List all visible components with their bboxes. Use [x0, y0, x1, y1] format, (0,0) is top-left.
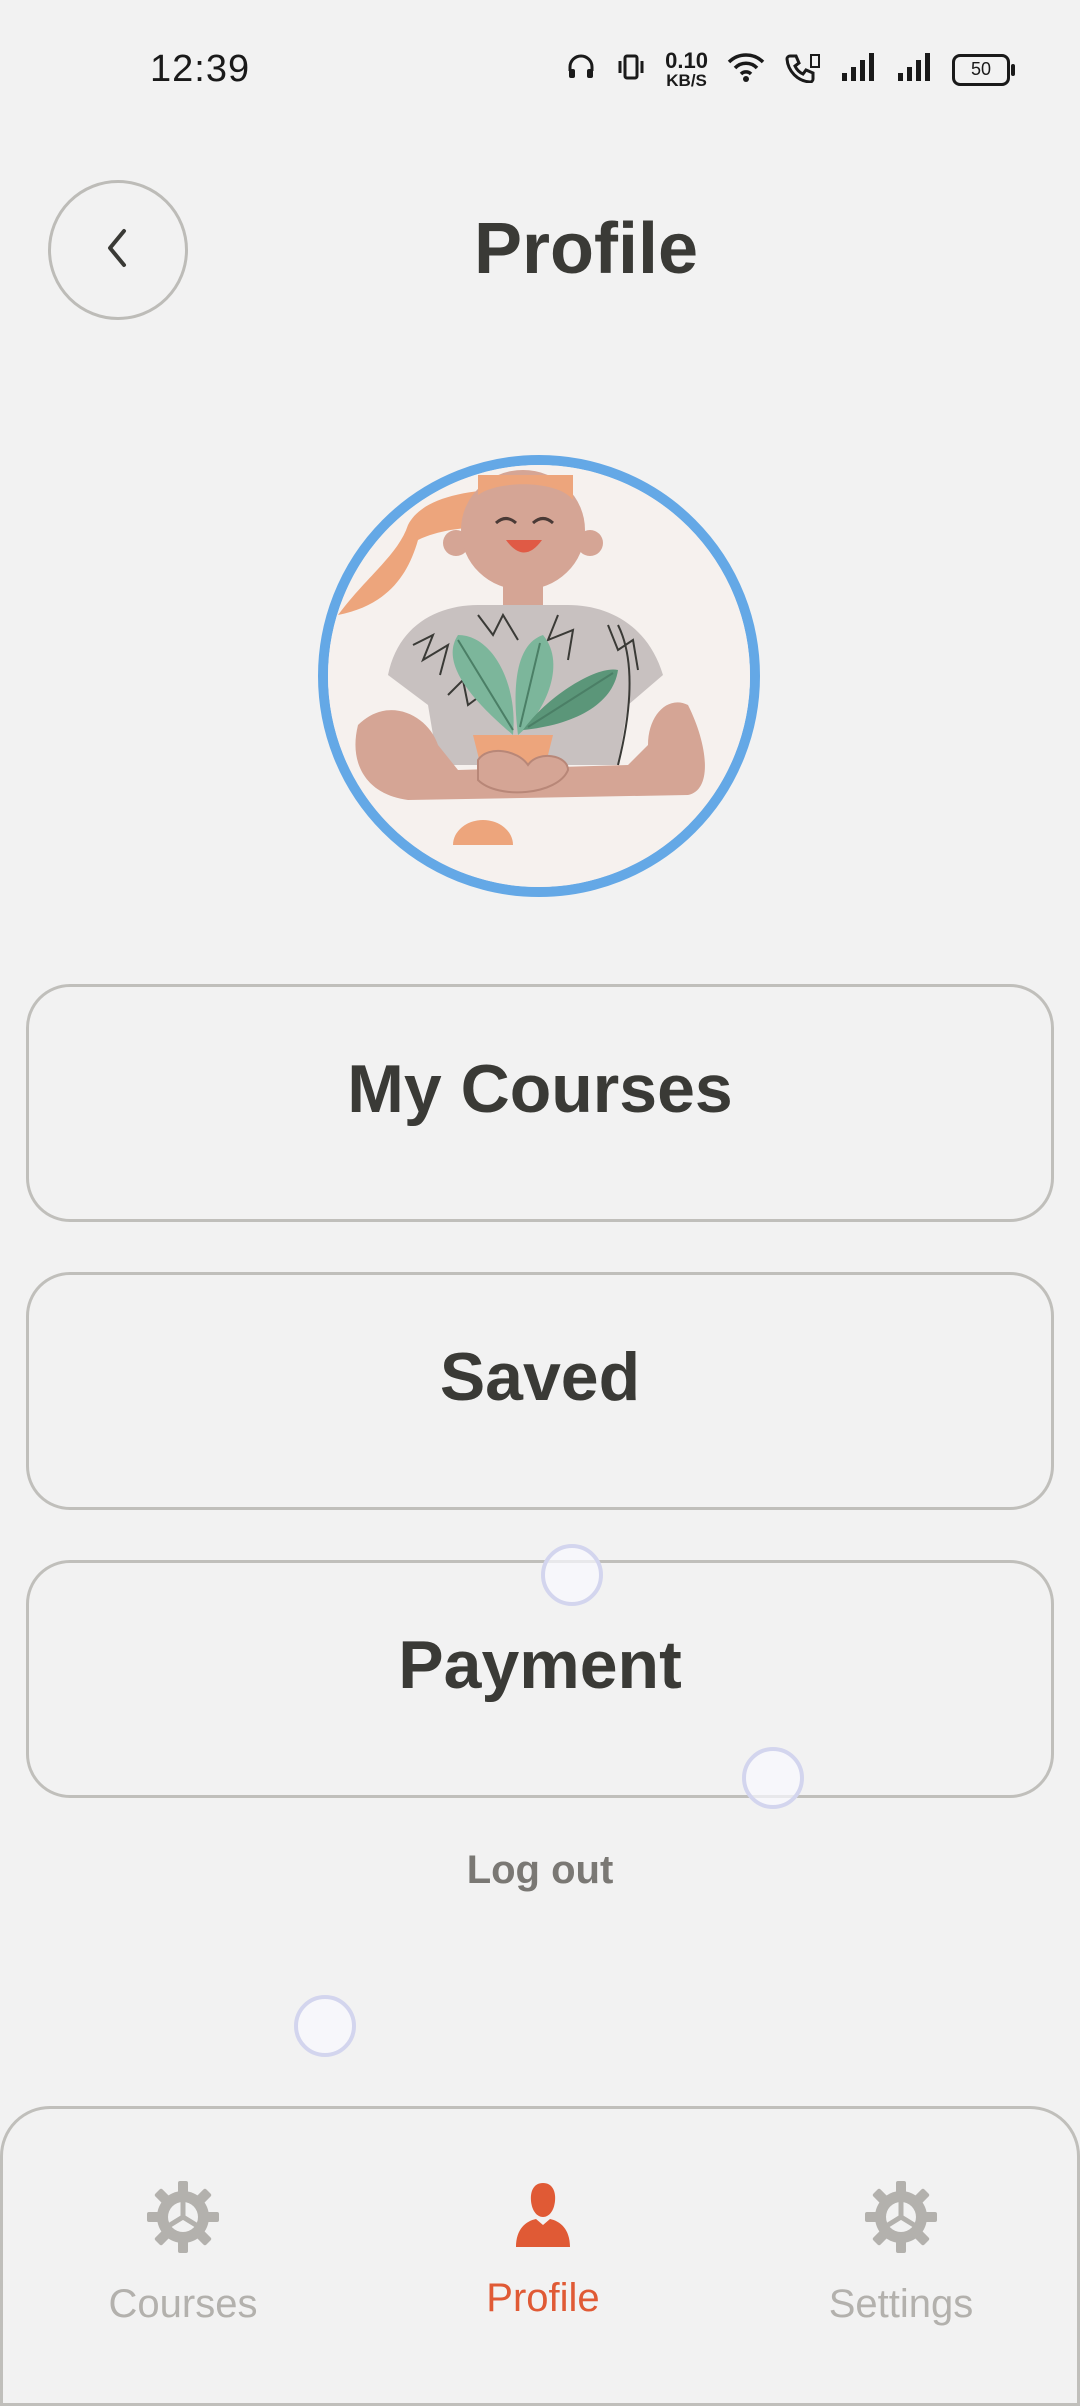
- status-time: 12:39: [150, 48, 251, 90]
- battery-icon: 50: [952, 53, 1015, 86]
- nav-item-profile[interactable]: Profile: [413, 2179, 673, 2321]
- my-courses-button[interactable]: My Courses: [26, 984, 1054, 1222]
- avatar-illustration: [328, 465, 750, 887]
- touch-indicator: [294, 1995, 356, 2057]
- vibrate-icon: [615, 51, 647, 88]
- nav-item-settings[interactable]: Settings: [771, 2179, 1031, 2327]
- person-icon: [508, 2179, 578, 2254]
- avatar[interactable]: [318, 455, 760, 897]
- status-bar: 12:39 0.10 KB/S 50: [0, 0, 1080, 140]
- payment-button[interactable]: Payment: [26, 1560, 1054, 1798]
- gear-icon: [145, 2179, 221, 2260]
- touch-indicator: [541, 1544, 603, 1606]
- nav-label-profile: Profile: [486, 2276, 600, 2320]
- status-icons: 0.10 KB/S 50: [565, 48, 1015, 90]
- bottom-nav: Courses Profile Settings: [0, 2106, 1080, 2406]
- nav-item-courses[interactable]: Courses: [53, 2179, 313, 2327]
- logout-link[interactable]: Log out: [0, 1848, 1080, 1893]
- net-speed-unit: KB/S: [666, 71, 707, 90]
- battery-level: 50: [970, 59, 992, 79]
- saved-button[interactable]: Saved: [26, 1272, 1054, 1510]
- headphones-icon: [565, 51, 597, 88]
- signal-icon: [840, 51, 878, 88]
- nav-label-courses: Courses: [108, 2282, 258, 2326]
- net-speed: 0.10 KB/S: [665, 48, 708, 90]
- signal-icon: [896, 51, 934, 88]
- net-speed-value: 0.10: [665, 48, 708, 73]
- nav-label-settings: Settings: [828, 2282, 974, 2326]
- gear-icon: [863, 2179, 939, 2260]
- page-title: Profile: [473, 209, 699, 289]
- wifi-icon: [726, 51, 766, 88]
- call-icon: [784, 51, 822, 88]
- touch-indicator: [742, 1747, 804, 1809]
